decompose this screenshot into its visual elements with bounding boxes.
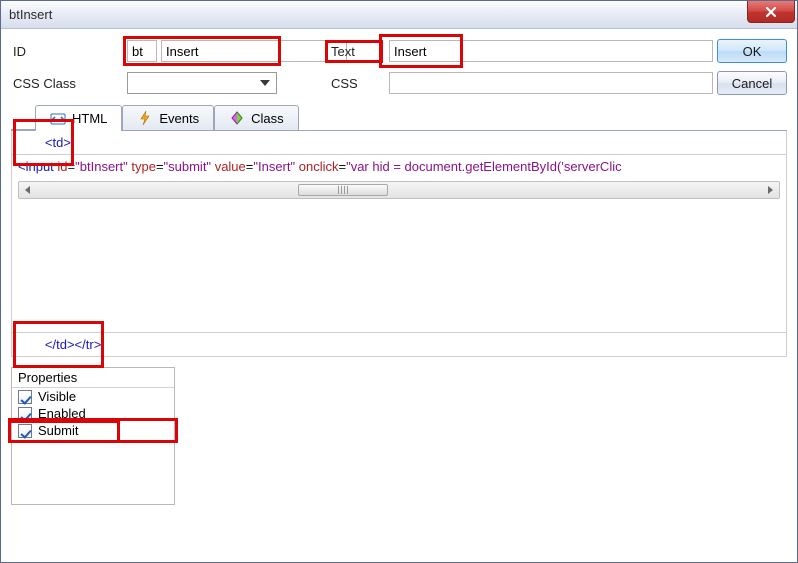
- code-prefix-highlight: <td>: [16, 120, 71, 165]
- code-token: "btInsert": [75, 159, 128, 174]
- code-token: =: [156, 159, 164, 174]
- prop-row-submit[interactable]: Submit: [12, 422, 174, 439]
- cancel-button-label: Cancel: [732, 76, 772, 91]
- code-suffix-row: </td></tr>: [11, 333, 787, 357]
- tab-html-label: HTML: [72, 111, 107, 126]
- prop-label: Visible: [38, 389, 76, 404]
- code-token: onclick: [299, 159, 339, 174]
- checkbox-submit[interactable]: [18, 424, 32, 438]
- code-editor[interactable]: <input id="btInsert" type="submit" value…: [11, 155, 787, 333]
- code-token: value: [215, 159, 246, 174]
- cancel-button[interactable]: Cancel: [717, 71, 787, 95]
- id-fields-highlight: [127, 40, 277, 62]
- css-label: CSS: [329, 76, 385, 91]
- code-prefix-text: <td>: [45, 135, 71, 150]
- tab-events[interactable]: Events: [122, 105, 214, 130]
- id-prefix-field[interactable]: [127, 40, 157, 62]
- scroll-left-arrow[interactable]: [19, 182, 37, 198]
- id-value-field[interactable]: [161, 40, 347, 62]
- code-prefix-row: <td>: [11, 131, 787, 155]
- ok-button-label: OK: [743, 44, 762, 59]
- text-field-highlight-partial: [383, 38, 459, 64]
- scroll-right-arrow[interactable]: [761, 182, 779, 198]
- text-label: Text: [329, 44, 355, 59]
- form-grid: ID Text OK CSS Class: [11, 37, 787, 97]
- titlebar: btInsert: [1, 1, 797, 29]
- tab-events-label: Events: [159, 111, 199, 126]
- triangle-right-icon: [766, 186, 774, 194]
- horizontal-scrollbar[interactable]: [18, 181, 780, 199]
- css-class-label: CSS Class: [11, 76, 103, 91]
- triangle-left-icon: [24, 186, 32, 194]
- close-button[interactable]: [747, 1, 795, 23]
- code-line: <input id="btInsert" type="submit" value…: [12, 155, 786, 175]
- code-suffix-highlight: </td></tr>: [16, 322, 101, 367]
- prop-label: Submit: [38, 423, 78, 438]
- properties-title: Properties: [12, 368, 174, 388]
- prop-row-enabled[interactable]: Enabled: [12, 405, 174, 422]
- dialog-window: btInsert ID Text: [0, 0, 798, 563]
- scroll-track[interactable]: [37, 182, 761, 198]
- checkbox-enabled[interactable]: [18, 407, 32, 421]
- code-token: type: [131, 159, 156, 174]
- code-token: "submit": [164, 159, 212, 174]
- code-token: "var hid = document.getElementById('serv…: [346, 159, 622, 174]
- window-controls: [747, 1, 795, 23]
- tab-bar: HTML Events Class: [11, 105, 787, 131]
- properties-list: Visible Enabled Submit: [12, 388, 174, 439]
- text-label-highlight: Text: [329, 44, 379, 59]
- window-title: btInsert: [9, 7, 52, 22]
- class-diamond-icon: [229, 110, 245, 126]
- code-suffix-text: </td></tr>: [45, 337, 101, 352]
- code-token: =: [338, 159, 346, 174]
- dialog-body: ID Text OK CSS Class: [1, 29, 797, 562]
- close-icon: [765, 6, 777, 18]
- tab-class[interactable]: Class: [214, 105, 299, 130]
- scroll-grip-icon: [338, 186, 348, 194]
- properties-panel: Properties Visible Enabled Submit: [11, 367, 175, 505]
- scroll-thumb[interactable]: [298, 184, 388, 196]
- css-field[interactable]: [389, 72, 713, 94]
- prop-label: Enabled: [38, 406, 86, 421]
- code-token: "Insert": [253, 159, 295, 174]
- prop-row-visible[interactable]: Visible: [12, 388, 174, 405]
- ok-button[interactable]: OK: [717, 39, 787, 63]
- lightning-icon: [137, 110, 153, 126]
- tab-class-label: Class: [251, 111, 284, 126]
- id-label: ID: [11, 44, 103, 59]
- checkbox-visible[interactable]: [18, 390, 32, 404]
- css-class-combo[interactable]: [127, 72, 277, 94]
